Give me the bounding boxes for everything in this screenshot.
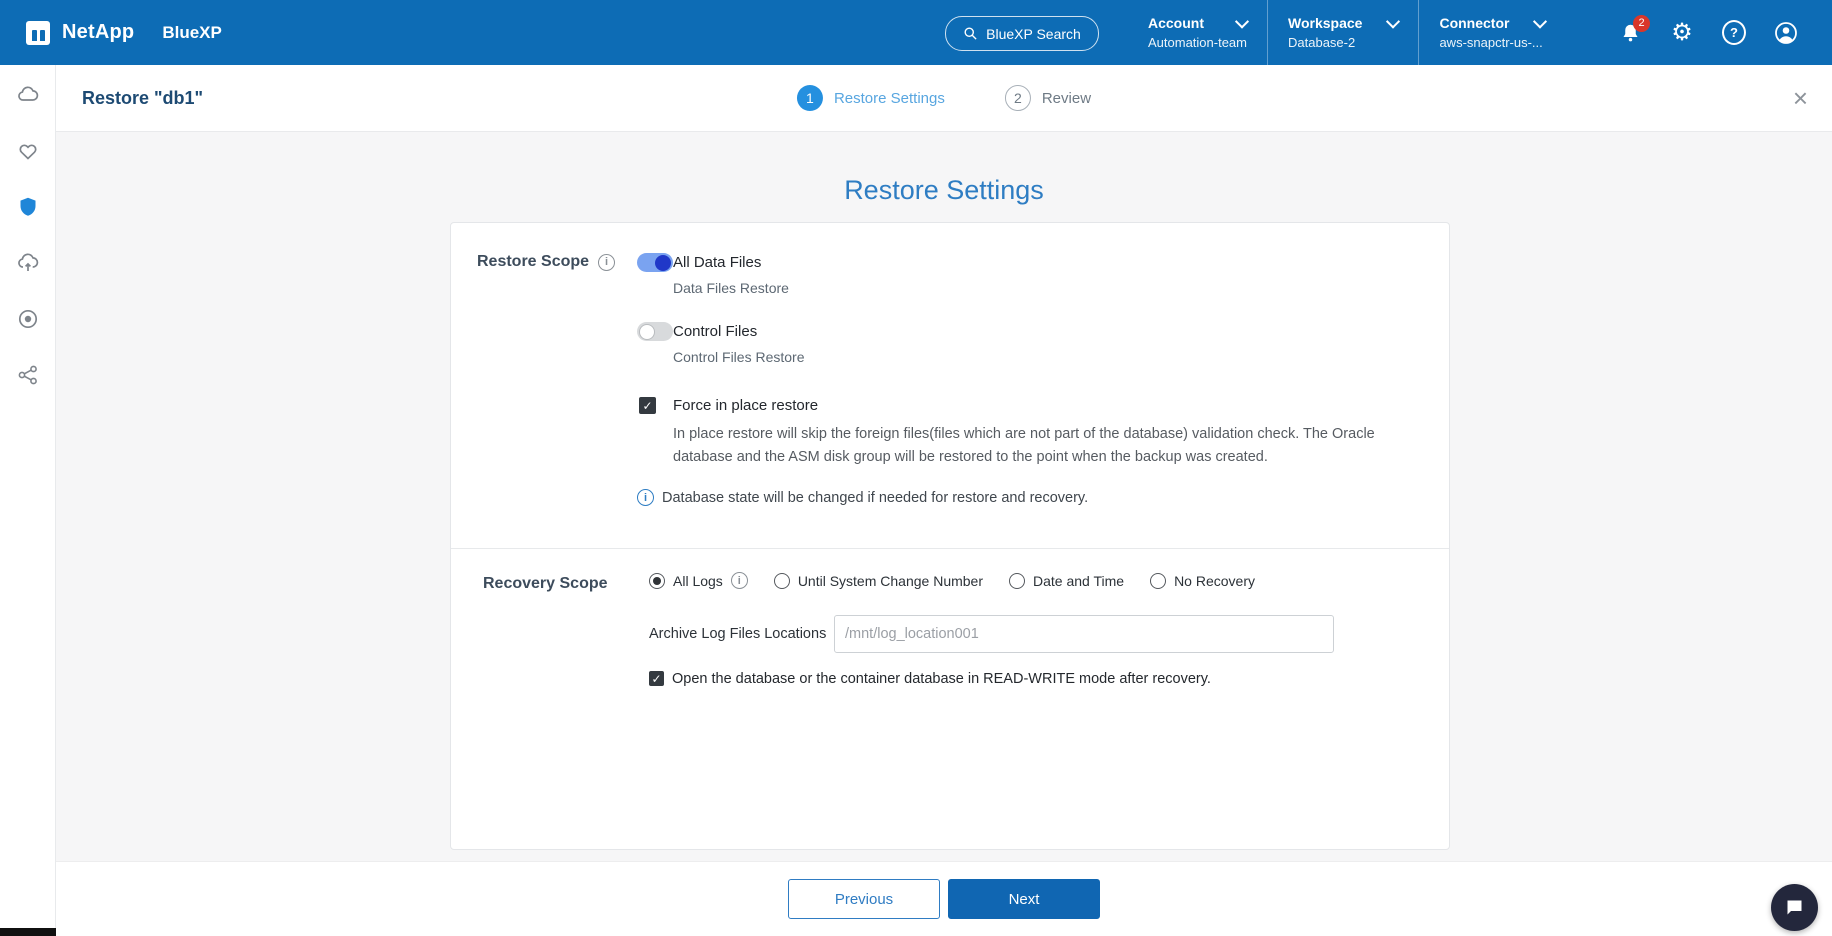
force-restore-description: In place restore will skip the foreign f… [673, 423, 1403, 469]
info-icon[interactable]: i [731, 572, 748, 589]
bottom-left-strip [0, 928, 56, 936]
cloud-icon [16, 83, 40, 107]
force-in-place-restore-checkbox[interactable] [639, 397, 656, 414]
step-number: 1 [797, 85, 823, 111]
open-database-label: Open the database or the container datab… [672, 671, 1211, 687]
restore-scope-label: Restore Scope i [477, 253, 615, 271]
archive-log-label: Archive Log Files Locations [649, 626, 826, 642]
footer: Previous Next [56, 861, 1832, 936]
all-data-files-sub: Data Files Restore [673, 280, 789, 296]
search-icon [963, 26, 978, 41]
sidebar-item-governance[interactable] [16, 307, 40, 331]
wizard-steps: 1 Restore Settings 2 Review [797, 65, 1091, 131]
close-icon[interactable]: × [1793, 65, 1808, 131]
radio-icon [1150, 573, 1166, 589]
topbar-menus: Account Automation-team Workspace Databa… [1128, 0, 1565, 65]
radio-label: All Logs [673, 573, 723, 589]
gear-icon: ⚙ [1671, 21, 1693, 45]
bluexp-search[interactable]: BlueXP Search [945, 16, 1099, 51]
shield-icon [16, 195, 40, 219]
step-number: 2 [1005, 85, 1031, 111]
radio-label: Date and Time [1033, 573, 1124, 589]
share-nodes-icon [16, 363, 40, 387]
workspace-menu-value: Database-2 [1288, 35, 1398, 50]
step-review[interactable]: 2 Review [1005, 85, 1091, 111]
connector-menu[interactable]: Connector aws-snapctr-us-... [1418, 0, 1565, 65]
radio-icon [774, 573, 790, 589]
sidebar-item-mobility[interactable] [16, 363, 40, 387]
sidebar [0, 65, 56, 936]
database-state-note: Database state will be changed if needed… [662, 490, 1088, 506]
radio-label: Until System Change Number [798, 573, 983, 589]
netapp-logo-icon [26, 21, 50, 45]
chat-icon [1784, 897, 1805, 918]
step-label: Restore Settings [834, 90, 945, 107]
radio-icon [649, 573, 665, 589]
page-title: Restore Settings [56, 175, 1832, 206]
control-files-toggle[interactable] [637, 322, 673, 341]
brand[interactable]: NetApp BlueXP [0, 21, 222, 45]
settings-button[interactable]: ⚙ [1670, 21, 1694, 45]
workspace-menu[interactable]: Workspace Database-2 [1267, 0, 1418, 65]
notifications-button[interactable]: 2 [1618, 21, 1642, 45]
account-button[interactable] [1774, 21, 1798, 45]
chevron-down-icon [1533, 15, 1547, 29]
user-icon [1774, 21, 1798, 45]
cloud-upload-icon [16, 251, 40, 275]
info-icon: i [637, 489, 654, 506]
topbar: NetApp BlueXP BlueXP Search Account Auto… [0, 0, 1832, 65]
sidebar-item-backup[interactable] [16, 251, 40, 275]
main-content: Restore Settings Restore Scope i All Dat… [56, 131, 1832, 862]
screen: NetApp BlueXP BlueXP Search Account Auto… [0, 0, 1832, 936]
open-database-checkbox[interactable] [649, 671, 664, 686]
target-icon [16, 307, 40, 331]
all-data-files-toggle[interactable] [637, 253, 673, 272]
radio-all-logs[interactable]: All Logs i [649, 572, 748, 589]
help-button[interactable]: ? [1722, 21, 1746, 45]
control-files-sub: Control Files Restore [673, 349, 805, 365]
account-menu-label: Account [1148, 15, 1204, 31]
radio-icon [1009, 573, 1025, 589]
chevron-down-icon [1386, 15, 1400, 29]
connector-menu-label: Connector [1439, 15, 1509, 31]
wizard-header: Restore "db1" 1 Restore Settings 2 Revie… [56, 65, 1832, 132]
recovery-scope-label: Recovery Scope [483, 575, 608, 593]
restore-scope-label-text: Restore Scope [477, 253, 589, 271]
recovery-options: All Logs i Until System Change Number Da… [649, 572, 1255, 589]
sidebar-item-storage[interactable] [16, 83, 40, 107]
chat-widget-button[interactable] [1771, 884, 1818, 931]
brand-name: NetApp [62, 21, 134, 44]
next-button[interactable]: Next [948, 879, 1100, 919]
radio-date-and-time[interactable]: Date and Time [1009, 573, 1124, 589]
connector-menu-value: aws-snapctr-us-... [1439, 35, 1545, 50]
help-icon: ? [1722, 20, 1746, 45]
product-name: BlueXP [162, 23, 222, 43]
radio-label: No Recovery [1174, 573, 1255, 589]
search-label: BlueXP Search [986, 26, 1081, 42]
previous-button[interactable]: Previous [788, 879, 940, 919]
archive-log-input[interactable] [834, 615, 1334, 653]
heart-icon [16, 139, 40, 163]
step-restore-settings[interactable]: 1 Restore Settings [797, 85, 945, 111]
notifications-badge: 2 [1633, 15, 1650, 32]
recovery-scope-label-text: Recovery Scope [483, 575, 608, 593]
workspace-menu-label: Workspace [1288, 15, 1362, 31]
radio-no-recovery[interactable]: No Recovery [1150, 573, 1255, 589]
wizard-title: Restore "db1" [82, 65, 203, 131]
info-icon[interactable]: i [598, 254, 615, 271]
radio-until-scn[interactable]: Until System Change Number [774, 573, 983, 589]
force-in-place-restore-label: Force in place restore [673, 397, 818, 414]
control-files-label: Control Files [673, 323, 757, 340]
all-data-files-label: All Data Files [673, 254, 761, 271]
account-menu-value: Automation-team [1148, 35, 1247, 50]
restore-settings-card: Restore Scope i All Data Files Data File… [450, 222, 1450, 850]
sidebar-item-protection[interactable] [16, 195, 40, 219]
sidebar-item-health[interactable] [16, 139, 40, 163]
step-label: Review [1042, 90, 1091, 107]
account-menu[interactable]: Account Automation-team [1128, 0, 1267, 65]
chevron-down-icon [1235, 15, 1249, 29]
section-divider [451, 548, 1449, 549]
topbar-icons: 2 ⚙ ? [1618, 0, 1798, 65]
